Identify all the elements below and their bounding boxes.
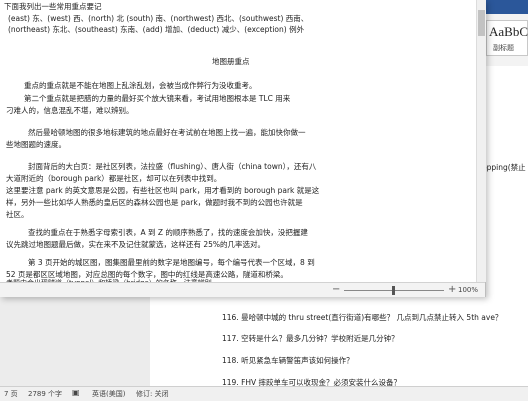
- question-116: 116. 曼哈顿中城的 thru street(直行街道)有哪些？ 几点到几点禁…: [222, 313, 503, 322]
- vertical-scrollbar[interactable]: [476, 0, 486, 282]
- doc-heading: 地图册重点: [212, 57, 250, 66]
- doc-line-5: 重点的重点就是不能在地图上乱涂乱划，会被当成作弊行为没收重考。: [24, 81, 257, 90]
- question-118: 118. 听见紧急车辆警笛声该如何操作？: [222, 356, 354, 365]
- foreground-document-window[interactable]: 下面我列出一些常用重点要记 (east) 东、(west) 西、(north) …: [0, 0, 486, 297]
- zoom-slider-handle[interactable]: [392, 286, 395, 295]
- word-status-bar: 7 页 2789 个字 ▣ 英语(美国) 修订: 关闭: [0, 386, 528, 401]
- zoom-level[interactable]: 100%: [458, 286, 478, 294]
- doc-line-12: 这里要注意 park 的英文意思是公园，有些社区也叫 park，用才看到的 bo…: [6, 186, 320, 195]
- zoom-in-icon[interactable]: +: [448, 284, 456, 295]
- doc-line-15: 查找的重点在于熟悉字母索引表，A 到 Z 的顺序熟悉了，找的速度会加快，没把握建: [28, 228, 308, 237]
- doc-line-9: 些地图题的速度。: [6, 140, 66, 149]
- word-count[interactable]: 2789 个字: [28, 389, 62, 399]
- ribbon-title-bar: [484, 0, 528, 14]
- style-subtitle-button[interactable]: AaBbC 副标题: [486, 20, 528, 56]
- proofing-icon[interactable]: ▣: [72, 388, 80, 397]
- style-sample-text: AaBbC: [489, 24, 528, 39]
- doc-line-14: 社区。: [6, 210, 29, 219]
- doc-line-13: 样，另外一些比如华人熟悉的皇后区的森林公园也是 park，做题时我不到的公园也许…: [6, 198, 303, 207]
- doc-line-6: 第二个重点就是把腊的力量的最好买个放大镜来看，考试用地图根本是 TLC 用来: [24, 94, 291, 103]
- doc-line-1: 下面我列出一些常用重点要记: [4, 2, 102, 11]
- style-name-label: 副标题: [493, 44, 514, 52]
- doc-line-3: (northeast) 东北、(southeast) 东南、(add) 增加、(…: [8, 25, 305, 34]
- track-changes-status[interactable]: 修订: 关闭: [136, 389, 169, 399]
- page-count[interactable]: 7 页: [4, 389, 18, 399]
- doc-line-11: 大道附近的（borough park）都是社区，却可以在列表中找到。: [6, 174, 222, 183]
- question-117: 117. 空转是什么？最多几分钟？学校附近是几分钟？: [222, 334, 399, 343]
- doc-line-8: 然后曼哈顿地图的很多地标建筑的地点最好在考试前在地图上找一遍，能加快你做一: [28, 128, 306, 137]
- language-indicator[interactable]: 英语(美国): [92, 389, 125, 399]
- document-status-bar: − + 100%: [0, 282, 485, 297]
- doc-line-17: 第 3 页开始的城区图，图集图最里前的数字是地图编号，每个编号代表一个区域，8 …: [28, 258, 315, 267]
- scrollbar-thumb[interactable]: [478, 10, 485, 36]
- doc-line-16: 议先跳过地图题最后做，实在来不及记住就蒙选，这样还有 25%的几率选对。: [6, 240, 266, 249]
- zoom-out-icon[interactable]: −: [332, 284, 340, 295]
- background-cut-text: opping(禁止: [482, 163, 526, 172]
- doc-line-2: (east) 东、(west) 西、(north) 北 (south) 南、(n…: [8, 14, 309, 23]
- doc-line-10: 封面背后的大白页：是社区列表，法拉盛（flushing）、唐人街（china t…: [28, 162, 317, 171]
- doc-line-7: 刁难人的，信息混乱不堪，难以辨别。: [6, 106, 134, 115]
